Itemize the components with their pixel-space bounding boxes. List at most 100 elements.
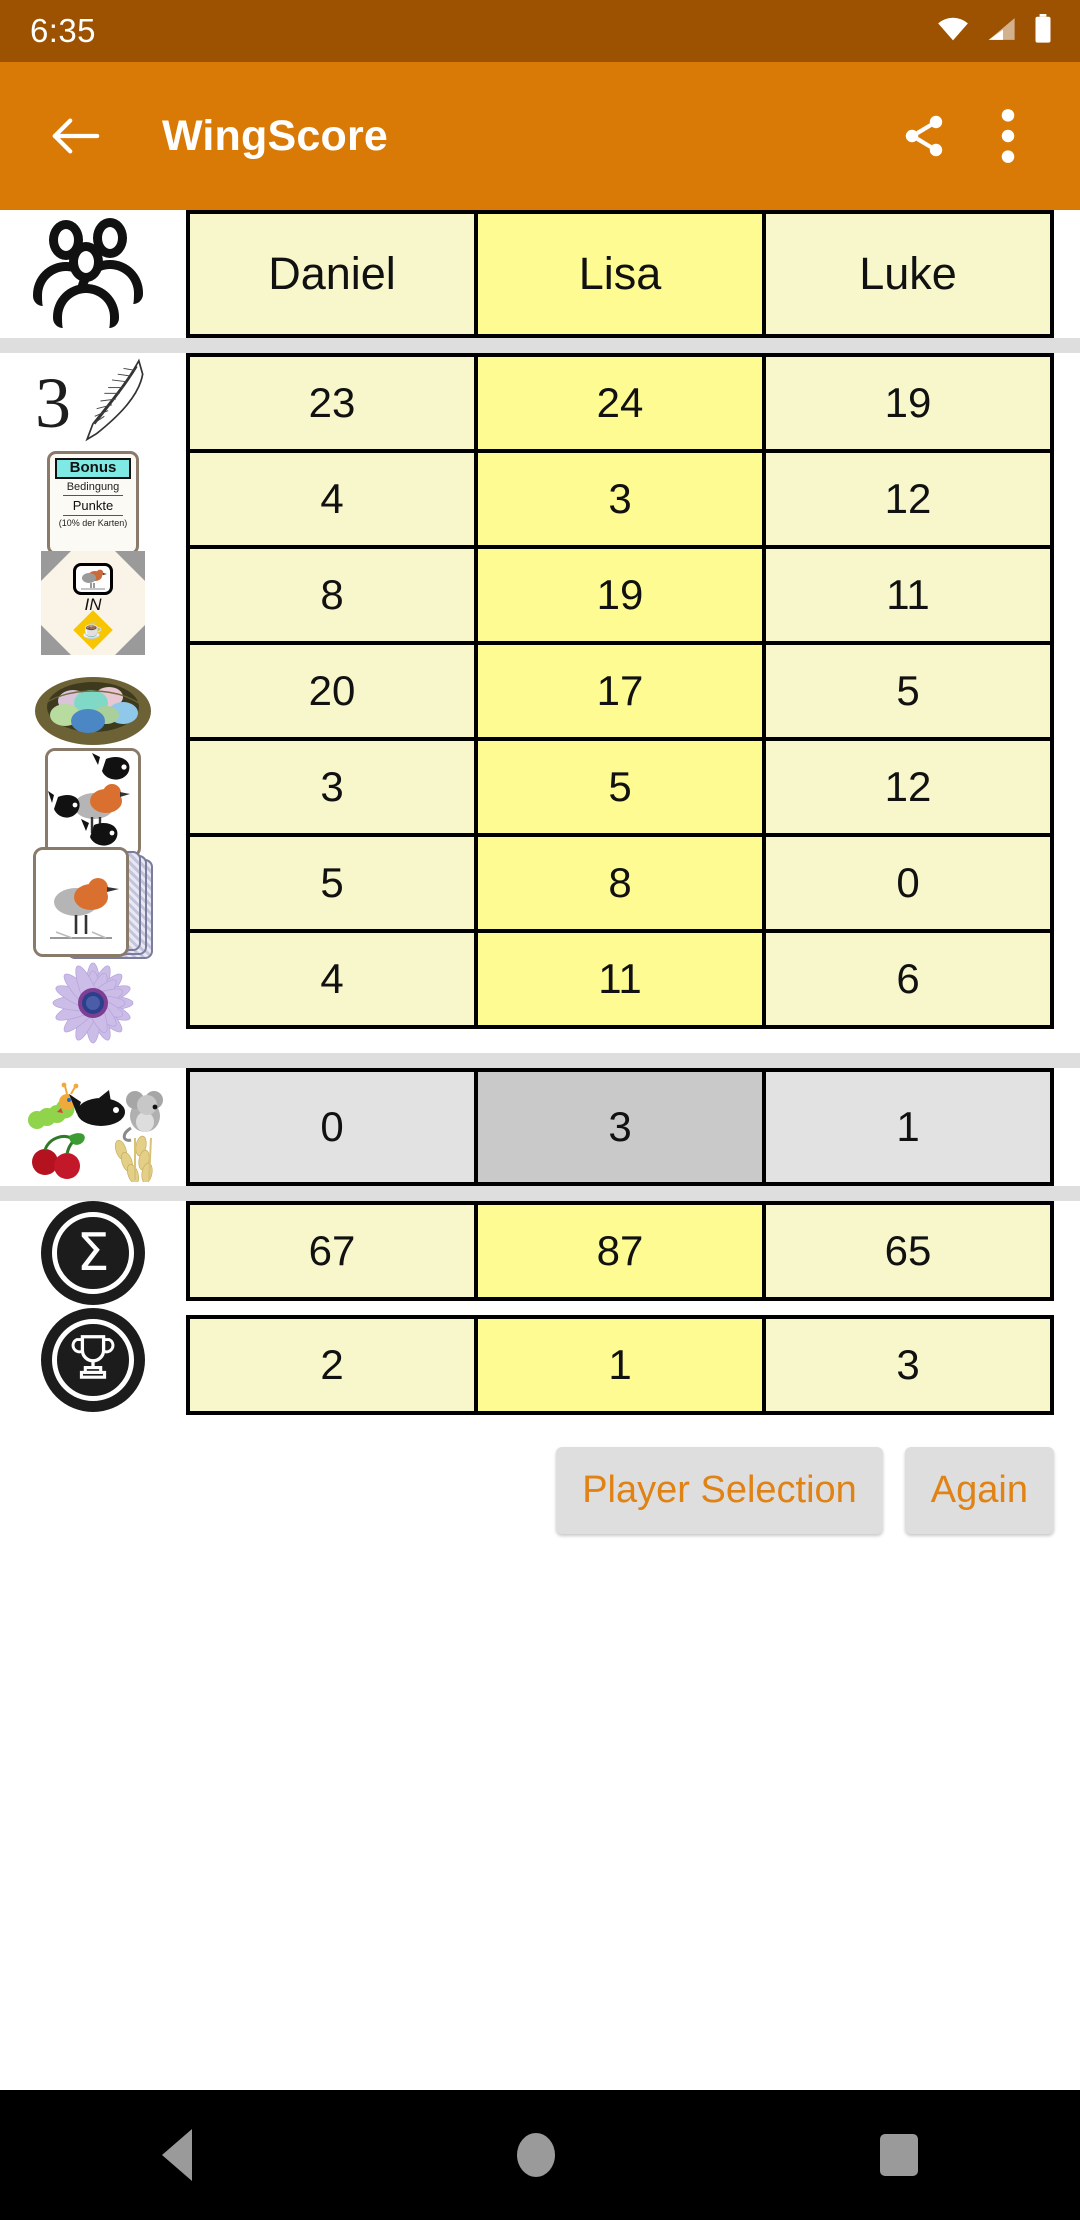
bonus-card-points: Punkte bbox=[72, 497, 114, 513]
system-navigation-bar bbox=[0, 2090, 1080, 2220]
food-tokens-icon bbox=[23, 1072, 163, 1184]
score-cells-column: 23 24 19 4 3 12 8 19 11 20 17 5 3 5 12 5… bbox=[186, 353, 1080, 1053]
score-cell[interactable]: 4 bbox=[186, 929, 478, 1029]
section-separator bbox=[0, 338, 1080, 353]
app-root: 6:35 WingScore Daniel Lisa Luke 3 Bonus … bbox=[0, 0, 1080, 2220]
score-row: 4 3 12 bbox=[186, 449, 1080, 549]
score-row: 20 17 5 bbox=[186, 641, 1080, 741]
nav-back-icon[interactable] bbox=[162, 2129, 193, 2181]
sum-row: Σ 67 87 65 bbox=[0, 1201, 1080, 1305]
row-icons-column: 3 Bonus Bedingung Punkte (10% der Karten… bbox=[0, 353, 186, 1053]
score-cell[interactable]: 3 bbox=[186, 737, 478, 837]
nectar-flower-icon bbox=[41, 951, 145, 1055]
sum-cell: 67 bbox=[186, 1201, 478, 1301]
tucked-cards-icon bbox=[33, 847, 153, 959]
score-cell[interactable]: 5 bbox=[762, 641, 1054, 741]
tucked-cards-icon-cell bbox=[33, 847, 153, 959]
player-name-cell[interactable]: Luke bbox=[762, 210, 1054, 338]
eggs-nest-icon bbox=[31, 657, 155, 749]
section-separator bbox=[0, 1053, 1080, 1068]
score-cell[interactable]: 23 bbox=[186, 353, 478, 453]
bonus-card-title: Bonus bbox=[55, 458, 131, 479]
bonus-card-condition: Bedingung bbox=[66, 480, 120, 493]
scoreboard: Daniel Lisa Luke 3 Bonus Bedingung Punkt… bbox=[0, 210, 1080, 2090]
overflow-menu-button[interactable] bbox=[966, 94, 1050, 178]
bird-points-feather-icon-cell: 3 bbox=[35, 353, 151, 453]
rank-cell: 3 bbox=[762, 1315, 1054, 1415]
bonus-card-note: (10% der Karten) bbox=[58, 517, 128, 528]
score-cell[interactable]: 6 bbox=[762, 929, 1054, 1029]
food-tokens-icon-cell bbox=[0, 1068, 186, 1186]
wifi-icon bbox=[936, 16, 970, 47]
score-row: 3 5 12 bbox=[186, 737, 1080, 837]
score-cell[interactable]: 19 bbox=[762, 353, 1054, 453]
battery-icon bbox=[1032, 13, 1054, 49]
score-cell[interactable]: 5 bbox=[186, 833, 478, 933]
end-of-round-goal-icon-cell: IN ☕ bbox=[41, 551, 145, 655]
eggs-nest-icon-cell bbox=[31, 653, 155, 753]
score-cell[interactable]: 11 bbox=[762, 545, 1054, 645]
score-cell[interactable]: 12 bbox=[762, 449, 1054, 549]
tucked-front-card-icon bbox=[33, 847, 129, 957]
app-bar: WingScore bbox=[0, 62, 1080, 210]
player-selection-button[interactable]: Player Selection bbox=[556, 1447, 883, 1534]
score-row: 5 8 0 bbox=[186, 833, 1080, 933]
score-cell[interactable]: 3 bbox=[474, 449, 766, 549]
bonus-card-icon-cell: Bonus Bedingung Punkte (10% der Karten) bbox=[47, 451, 139, 555]
share-button[interactable] bbox=[882, 94, 966, 178]
goal-nectar-diamond-icon: ☕ bbox=[73, 609, 113, 650]
nectar-flower-icon-cell bbox=[41, 953, 145, 1053]
sigma-glyph: Σ bbox=[76, 1223, 110, 1283]
score-cell[interactable]: 5 bbox=[474, 737, 766, 837]
score-cell[interactable]: 19 bbox=[474, 545, 766, 645]
cellular-signal-icon bbox=[986, 16, 1016, 47]
header-player-cells: Daniel Lisa Luke bbox=[186, 210, 1080, 338]
header-row: Daniel Lisa Luke bbox=[0, 210, 1080, 338]
back-button[interactable] bbox=[34, 94, 118, 178]
score-cell[interactable]: 17 bbox=[474, 641, 766, 741]
score-cell[interactable]: 0 bbox=[762, 833, 1054, 933]
feather-icon bbox=[73, 355, 151, 452]
section-separator bbox=[0, 1186, 1080, 1201]
food-row: 0 3 1 bbox=[0, 1068, 1080, 1186]
score-section: 3 Bonus Bedingung Punkte (10% der Karten… bbox=[0, 353, 1080, 1053]
food-cell[interactable]: 0 bbox=[186, 1068, 478, 1186]
rank-cell: 2 bbox=[186, 1315, 478, 1415]
players-icon-cell bbox=[0, 210, 186, 338]
score-row: 23 24 19 bbox=[186, 353, 1080, 453]
score-cell[interactable]: 11 bbox=[474, 929, 766, 1029]
score-row: 8 19 11 bbox=[186, 545, 1080, 645]
cached-food-icon-cell bbox=[45, 748, 141, 858]
nav-recents-icon[interactable] bbox=[879, 2134, 918, 2176]
goal-bird-card-icon bbox=[73, 562, 113, 595]
page-title: WingScore bbox=[162, 111, 388, 160]
rank-cell: 1 bbox=[474, 1315, 766, 1415]
sum-icon-cell: Σ bbox=[0, 1201, 186, 1305]
score-cell[interactable]: 20 bbox=[186, 641, 478, 741]
rank-icon-cell bbox=[0, 1305, 186, 1415]
food-cell[interactable]: 1 bbox=[762, 1068, 1054, 1186]
sum-sigma-coin-icon: Σ bbox=[41, 1201, 145, 1305]
score-cell[interactable]: 12 bbox=[762, 737, 1054, 837]
nav-home-icon[interactable] bbox=[516, 2133, 555, 2177]
players-icon bbox=[33, 218, 153, 330]
status-bar-icons bbox=[936, 13, 1054, 49]
score-cell[interactable]: 24 bbox=[474, 353, 766, 453]
food-cell[interactable]: 3 bbox=[474, 1068, 766, 1186]
bonus-card-icon: Bonus Bedingung Punkte (10% der Karten) bbox=[47, 451, 139, 555]
status-bar-clock: 6:35 bbox=[30, 12, 96, 49]
bottom-button-bar: Player Selection Again bbox=[0, 1415, 1080, 1534]
trophy-coin-icon bbox=[41, 1308, 145, 1412]
score-cell[interactable]: 8 bbox=[474, 833, 766, 933]
player-name-cell[interactable]: Daniel bbox=[186, 210, 478, 338]
cached-food-icon bbox=[45, 748, 141, 858]
score-cell[interactable]: 4 bbox=[186, 449, 478, 549]
score-cell[interactable]: 8 bbox=[186, 545, 478, 645]
player-name-cell[interactable]: Lisa bbox=[474, 210, 766, 338]
sum-cell: 87 bbox=[474, 1201, 766, 1301]
feather-row-digit: 3 bbox=[35, 363, 71, 443]
rank-row: 2 1 3 bbox=[0, 1305, 1080, 1415]
again-button[interactable]: Again bbox=[904, 1447, 1054, 1534]
sum-cell: 65 bbox=[762, 1201, 1054, 1301]
end-of-round-goal-icon: IN ☕ bbox=[41, 551, 145, 655]
